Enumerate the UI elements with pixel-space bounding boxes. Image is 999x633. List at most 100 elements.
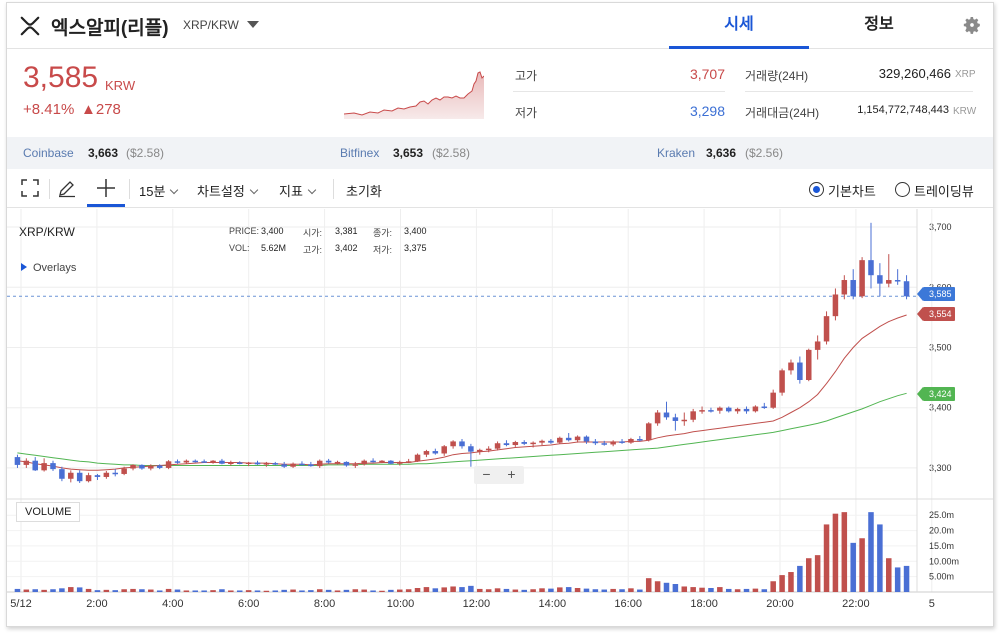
candle-body [219,460,225,464]
x-tick-label: 12:00 [463,598,491,610]
candle-body [512,442,519,446]
candle-body [583,436,590,442]
volume-bar [165,588,172,592]
exchange-name[interactable]: Coinbase [23,146,74,160]
triangle-right-icon [21,263,27,271]
coin-name[interactable]: 엑스알피(리플) [51,13,169,40]
tab-market[interactable]: 시세 [669,3,809,49]
candle-body [201,461,207,463]
exchange-prices-bar: Coinbase 3,663 ($2.58) Bitfinex 3,653 ($… [7,137,993,169]
ohlc-open-label: 시가: [303,228,323,238]
candle-body [601,443,608,445]
low-label: 저가 [515,106,538,120]
coin-dropdown-icon[interactable] [247,21,259,28]
chevron-down-icon [307,185,317,195]
ohlc-high-label: 고가: [303,245,323,255]
interval-select[interactable]: 15분 [139,181,179,200]
change-amount: ▲278 [81,101,121,118]
pencil-icon[interactable] [57,178,77,198]
header: 엑스알피(리플) XRP/KRW 시세 정보 [7,3,993,49]
candle-body [886,280,892,284]
volume-bar [637,589,643,592]
ohlc-vol-value: 5.62M [261,243,287,253]
exchange-name[interactable]: Kraken [657,146,695,160]
current-price: 3,585 [23,61,99,94]
zoom-in-button[interactable]: + [499,466,524,484]
candle-body [725,407,732,412]
tradingview-radio[interactable] [895,182,910,197]
chart-toolbar: 15분 차트설정 지표 초기화 기본차트 트레이딩뷰 [7,170,993,208]
ohlc-open-value: 3,381 [335,226,358,236]
overlays-toggle[interactable]: Overlays [21,262,76,274]
volume-bar [441,587,447,592]
candle-body [236,462,243,465]
candle-body [281,464,287,467]
current-price-tag: 3,585 [917,287,955,301]
volume-bar [245,590,252,592]
candle-body [130,464,136,469]
volume-bar [823,524,830,592]
sparkline-chart [344,71,484,119]
volume-bar [281,589,287,592]
indicators-menu[interactable]: 지표 [279,181,317,200]
volume-bar [94,590,101,592]
volume-bar [85,588,92,592]
volume-panel-label: VOLUME [16,502,81,522]
x-tick-label: 5/12 [10,598,31,610]
volume-bar [805,558,812,592]
candlestick-chart[interactable]: 3,7003,6003,5003,4003,3005/122:004:006:0… [7,209,993,627]
toolbar-divider [333,179,334,199]
interval-label: 15분 [139,184,166,199]
zoom-out-button[interactable]: − [474,466,499,484]
candle-body [228,462,234,465]
volume-bar [894,567,901,592]
candle-body [254,462,261,465]
volume-bar [290,589,296,592]
chart-pair-label: XRP/KRW [19,225,75,239]
crosshair-icon[interactable] [96,178,116,198]
volume-bar [557,587,563,592]
candle-body [405,461,412,463]
volume-bar [503,588,510,592]
basic-chart-radio[interactable] [809,182,824,197]
x-tick-label: 2:00 [86,598,107,610]
volume-bar [103,589,110,592]
candle-body [23,460,30,465]
coin-pair[interactable]: XRP/KRW [183,18,239,32]
x-tick-label: 8:00 [314,598,335,610]
ohlc-high-value: 3,402 [335,243,358,253]
volume-bar [699,587,705,592]
y-tick-label: 3,400 [929,403,952,413]
volume-bar [343,589,350,592]
volume-divider [745,91,973,92]
candle-body [877,275,883,284]
volume-bar [405,589,412,592]
candle-body [850,280,856,297]
tab-info[interactable]: 정보 [809,3,949,49]
basic-chart-label[interactable]: 기본차트 [828,181,876,200]
price-chart[interactable]: 3,7003,6003,5003,4003,3005/122:004:006:0… [7,209,993,627]
volume-bar [174,589,181,592]
volume-bar [14,588,21,592]
fullscreen-icon[interactable] [20,178,40,198]
volume-tick-label: 15.0m [929,541,954,551]
candle-body [148,465,154,469]
volume-bar [814,555,821,592]
candle-body [308,464,314,467]
exchange-name[interactable]: Bitfinex [340,146,379,160]
gear-icon[interactable] [962,15,982,35]
zoom-controls: − + [474,466,524,484]
candle-body [672,417,679,421]
chart-settings-menu[interactable]: 차트설정 [197,181,259,200]
volume-bar [325,589,332,592]
tradingview-label[interactable]: 트레이딩뷰 [914,181,974,200]
reset-button[interactable]: 초기화 [346,181,382,200]
candle-body [859,260,865,297]
volume-tick-label: 20.0m [929,526,954,536]
active-tool-indicator [87,204,125,207]
volume-bar [645,578,652,592]
volume-bar [468,585,474,592]
exchange-usd: ($2.56) [745,146,784,160]
candle-body [414,454,421,462]
volume-bar [183,590,190,592]
